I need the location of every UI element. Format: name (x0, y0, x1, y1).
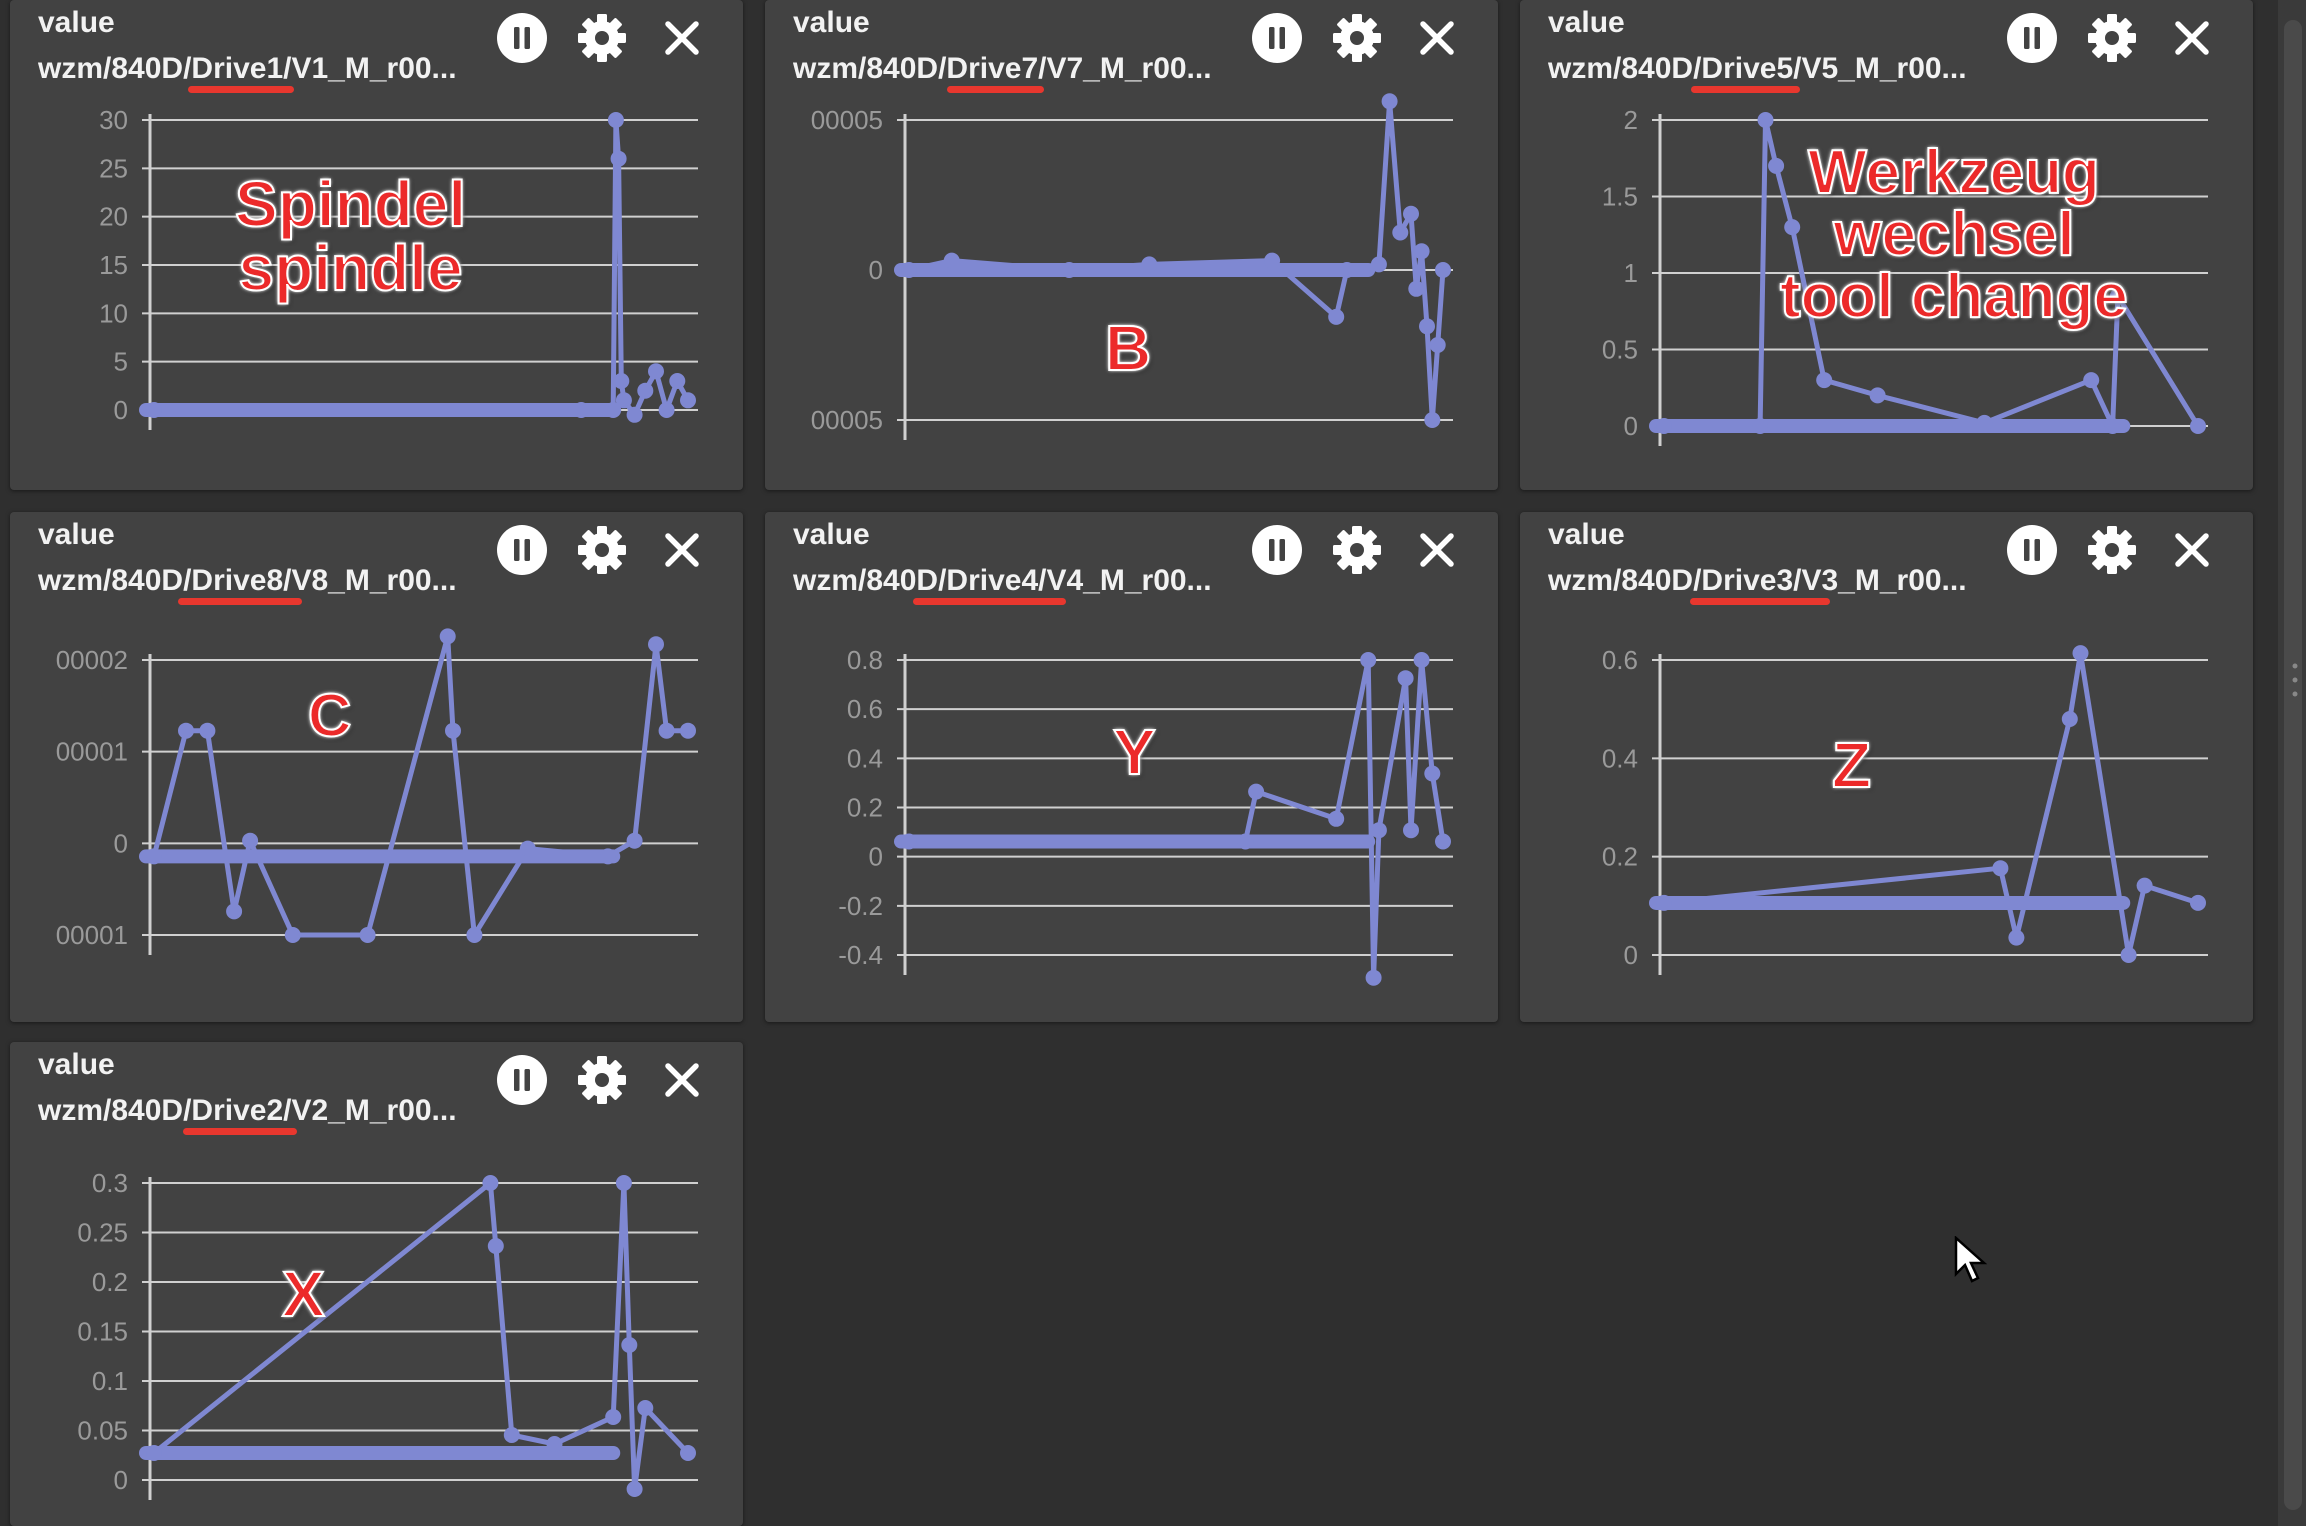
chart-annotation: Spindel spindle (234, 168, 467, 304)
highlight-underline (188, 86, 294, 93)
close-button[interactable] (656, 1056, 708, 1108)
pause-button[interactable] (1251, 12, 1303, 69)
settings-button[interactable] (2086, 12, 2138, 69)
scrollbar-thumb[interactable] (2284, 20, 2302, 1510)
topic-path: wzm/840D/Drive4/V4_M_r00... (793, 564, 1212, 597)
panel-title: value (38, 1048, 115, 1081)
close-button[interactable] (2166, 14, 2218, 66)
settings-button[interactable] (1331, 524, 1383, 581)
settings-button[interactable] (576, 1054, 628, 1111)
close-icon (1411, 524, 1463, 581)
pause-button[interactable] (2006, 12, 2058, 69)
chart-annotation: C (307, 682, 352, 749)
close-icon (1411, 12, 1463, 69)
close-icon (2166, 524, 2218, 581)
pause-button[interactable] (496, 1054, 548, 1111)
close-button[interactable] (1411, 526, 1463, 578)
settings-button[interactable] (2086, 524, 2138, 581)
highlight-underline (947, 86, 1044, 93)
close-button[interactable] (656, 14, 708, 66)
annotation-line: Z (1831, 729, 1872, 801)
chart-annotation: B (1104, 312, 1152, 384)
close-icon (656, 524, 708, 581)
topic-path: wzm/840D/Drive7/V7_M_r00... (793, 52, 1212, 85)
chart-panel-drive8: value wzm/840D/Drive8/V8_M_r00... (10, 512, 743, 1022)
topic-path: wzm/840D/Drive8/V8_M_r00... (38, 564, 457, 597)
highlight-underline (183, 1128, 297, 1135)
pause-icon (1251, 12, 1303, 69)
chart-panel-drive2: value wzm/840D/Drive2/V2_M_r00... (10, 1042, 743, 1526)
gear-icon (576, 12, 628, 69)
topic-path: wzm/840D/Drive1/V1_M_r00... (38, 52, 457, 85)
annotation-line: Spindel (234, 168, 467, 240)
scroll-grip-icon[interactable] (2292, 660, 2298, 700)
topic-path: wzm/840D/Drive5/V5_M_r00... (1548, 52, 1967, 85)
chart-annotation: Z (1831, 729, 1872, 801)
pause-button[interactable] (1251, 524, 1303, 581)
pause-icon (496, 1054, 548, 1111)
gear-icon (576, 1054, 628, 1111)
chart-annotation: Y (1112, 716, 1157, 788)
close-button[interactable] (1411, 14, 1463, 66)
gear-icon (2086, 12, 2138, 69)
annotation-line: tool change (1779, 262, 2129, 331)
chart-annotation: X (281, 1258, 326, 1330)
close-button[interactable] (656, 526, 708, 578)
annotation-line: C (307, 682, 352, 749)
pause-icon (2006, 12, 2058, 69)
scrollbar-track[interactable] (2278, 0, 2306, 1526)
annotation-line: spindle (238, 232, 464, 304)
chart-panel-drive7: value wzm/840D/Drive7/V7_M_r00... (765, 0, 1498, 490)
pause-icon (2006, 524, 2058, 581)
gear-icon (1331, 524, 1383, 581)
pause-button[interactable] (496, 12, 548, 69)
pause-button[interactable] (2006, 524, 2058, 581)
annotation-line: Werkzeug (1807, 138, 2101, 207)
highlight-underline (913, 598, 1066, 605)
annotation-line: wechsel (1832, 200, 2075, 269)
gear-icon (1331, 12, 1383, 69)
close-icon (656, 12, 708, 69)
annotation-line: B (1104, 312, 1152, 384)
panel-title: value (793, 6, 870, 39)
settings-button[interactable] (576, 12, 628, 69)
mouse-pointer-icon (1954, 1236, 1988, 1283)
chart-panel-drive3: value wzm/840D/Drive3/V3_M_r00... (1520, 512, 2253, 1022)
settings-button[interactable] (1331, 12, 1383, 69)
annotation-line: X (281, 1258, 326, 1330)
dashboard-grid: value wzm/840D/Drive1/V1_M_r00... 30 25 20 15… (0, 0, 2306, 1526)
panel-title: value (793, 518, 870, 551)
panel-title: value (38, 6, 115, 39)
highlight-underline (178, 598, 302, 605)
pause-button[interactable] (496, 524, 548, 581)
close-icon (656, 1054, 708, 1111)
annotation-line: Y (1112, 716, 1157, 788)
close-icon (2166, 12, 2218, 69)
highlight-underline (1691, 86, 1800, 93)
topic-path: wzm/840D/Drive2/V2_M_r00... (38, 1094, 457, 1127)
topic-path: wzm/840D/Drive3/V3_M_r00... (1548, 564, 1967, 597)
gear-icon (576, 524, 628, 581)
highlight-underline (1690, 598, 1830, 605)
gear-icon (2086, 524, 2138, 581)
pause-icon (1251, 524, 1303, 581)
settings-button[interactable] (576, 524, 628, 581)
pause-icon (496, 12, 548, 69)
panel-title: value (38, 518, 115, 551)
panel-title: value (1548, 6, 1625, 39)
panel-title: value (1548, 518, 1625, 551)
pause-icon (496, 524, 548, 581)
chart-annotation: Werkzeug wechsel tool change (1779, 138, 2129, 331)
close-button[interactable] (2166, 526, 2218, 578)
